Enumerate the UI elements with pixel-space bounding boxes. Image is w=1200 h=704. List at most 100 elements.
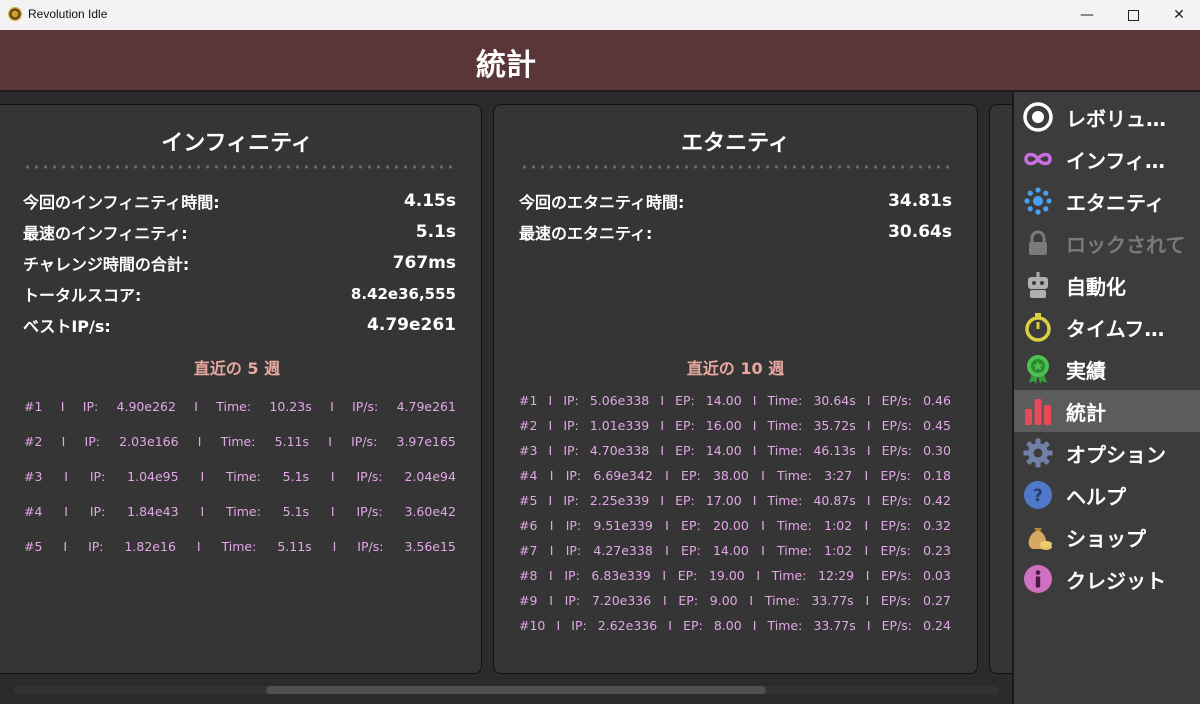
run-cell: IP: [564,593,581,608]
scrollbar-thumb[interactable] [266,686,766,694]
sidebar-item-gear[interactable]: オプション [1014,432,1200,474]
sidebar-item-label: オプション [1066,442,1166,467]
run-cell: EP: [675,443,695,458]
run-cell: 20.00 [712,518,749,533]
run-cell: IP: [89,469,106,484]
maximize-icon [1127,9,1139,21]
sidebar-item-award[interactable]: 実績 [1014,348,1200,390]
run-row: #2 I IP: 1.01e339 I EP: 16.00 I Time: 35.72s I EP/s… [519,418,951,433]
run-cell: 0.32 [923,518,951,533]
run-cell: I [64,469,68,484]
gear-icon [1022,437,1054,469]
run-cell: 5.1s [282,504,310,519]
stats-scroll-area[interactable]: インフィニティ 今回のインフィニティ時間: 4.15s 最速のインフィニティ: … [0,92,1012,704]
run-cell: #9 [519,593,538,608]
run-cell: 2.62e336 [597,618,658,633]
stat-label: 最速のエタニティ: [519,224,653,243]
run-cell: #6 [519,518,538,533]
stat-value: 4.15s [403,191,456,211]
sidebar-item-bar-chart[interactable]: 統計 [1014,390,1200,432]
run-cell: #1 [519,393,538,408]
sidebar-item-label: 統計 [1066,400,1106,425]
sidebar-item-stopwatch[interactable]: タイムフ… [1014,306,1200,348]
run-cell: I [330,399,334,414]
run-cell: Time: [216,399,252,414]
title-divider [23,165,455,169]
run-cell: EP: [675,493,695,508]
stat-value: 767ms [392,253,456,273]
run-cell: I [749,593,754,608]
run-cell: I [60,399,65,414]
target-icon [1022,101,1054,133]
bar-chart-icon [1022,395,1054,427]
horizontal-scrollbar[interactable] [14,686,998,694]
run-cell: I [660,418,665,433]
sidebar-item-robot[interactable]: 自動化 [1014,264,1200,306]
run-cell: EP/s: [880,518,911,533]
run-cell: EP: [681,543,701,558]
run-cell: Time: [767,618,803,633]
close-button[interactable]: ✕ [1156,0,1200,30]
run-cell: Time: [777,518,812,533]
run-cell: EP: [675,418,695,433]
maximize-button[interactable] [1110,0,1156,30]
eternity-stats-panel: エタニティ 今回のエタニティ時間: 34.81s 最速のエタニティ: 30.64… [493,104,978,674]
run-cell: 33.77s [811,593,854,608]
sidebar-item-help[interactable]: ? ヘルプ [1014,474,1200,516]
stat-label: 今回のインフィニティ時間: [23,193,220,212]
run-cell: Time: [767,393,803,408]
run-cell: 6.83e339 [591,568,651,583]
stopwatch-icon [1022,311,1054,343]
run-cell: 6.69e342 [593,468,653,483]
run-row: #4 I IP: 6.69e342 I EP: 38.00 I Time: 3:27 I EP/s: 0… [519,468,951,483]
run-cell: 12:29 [818,568,855,583]
run-cell: 33.77s [813,618,856,633]
run-cell: I [668,618,672,633]
run-cell: #3 [24,469,43,484]
infinity-stats-panel: インフィニティ 今回のインフィニティ時間: 4.15s 最速のインフィニティ: … [0,104,482,674]
app-logo-icon [8,7,22,21]
sidebar-item-infinity[interactable]: インフィ… [1014,138,1200,180]
run-cell: I [866,418,871,433]
run-row: #3 I IP: 1.04e95 I Time: 5.1s I IP/s: 2.04e94 [24,469,456,484]
sidebar-item-target[interactable]: レボリュ… [1014,96,1200,138]
run-cell: Time: [221,539,257,554]
run-cell: Time: [225,469,261,484]
run-cell: I [865,568,870,583]
lock-icon [1022,227,1054,259]
run-cell: I [548,443,553,458]
run-cell: I [660,493,665,508]
run-cell: IP: [563,443,579,458]
svg-text:?: ? [1033,486,1043,506]
sidebar-item-dot-ring[interactable]: エタニティ [1014,180,1200,222]
sidebar-item-label: ショップ [1066,526,1146,551]
run-row: #10 I IP: 2.62e336 I EP: 8.00 I Time: 33.77s I EP/s… [519,618,951,633]
run-cell: 1.84e43 [127,504,179,519]
stat-row: トータルスコア: 8.42e36,555 [23,281,456,307]
sidebar-item-money-bag[interactable]: ショップ [1014,516,1200,558]
run-cell: I [761,468,765,483]
run-cell: 1:02 [824,543,853,558]
run-cell: I [865,593,870,608]
run-cell: 1.04e95 [127,469,179,484]
robot-icon [1022,269,1054,301]
run-cell: I [866,393,871,408]
stat-value: 8.42e36,555 [350,285,456,303]
run-cell: 1.01e339 [589,418,650,433]
stat-row: 最速のエタニティ: 30.64s [519,219,952,245]
run-cell: 3.60e42 [404,504,456,519]
run-cell: EP: [677,568,698,583]
run-cell: IP: [563,393,579,408]
run-cell: 5.11s [274,434,310,449]
sidebar-item-info[interactable]: クレジット [1014,558,1200,600]
run-cell: Time: [767,443,803,458]
run-cell: EP: [681,518,701,533]
run-cell: EP: [683,618,703,633]
minimize-button[interactable]: — [1064,0,1110,30]
run-cell: IP/s: [357,539,384,554]
run-cell: I [200,504,205,519]
run-cell: 4.27e338 [593,543,653,558]
run-cell: Time: [767,493,803,508]
run-cell: I [549,468,554,483]
run-cell: 1:02 [824,518,853,533]
